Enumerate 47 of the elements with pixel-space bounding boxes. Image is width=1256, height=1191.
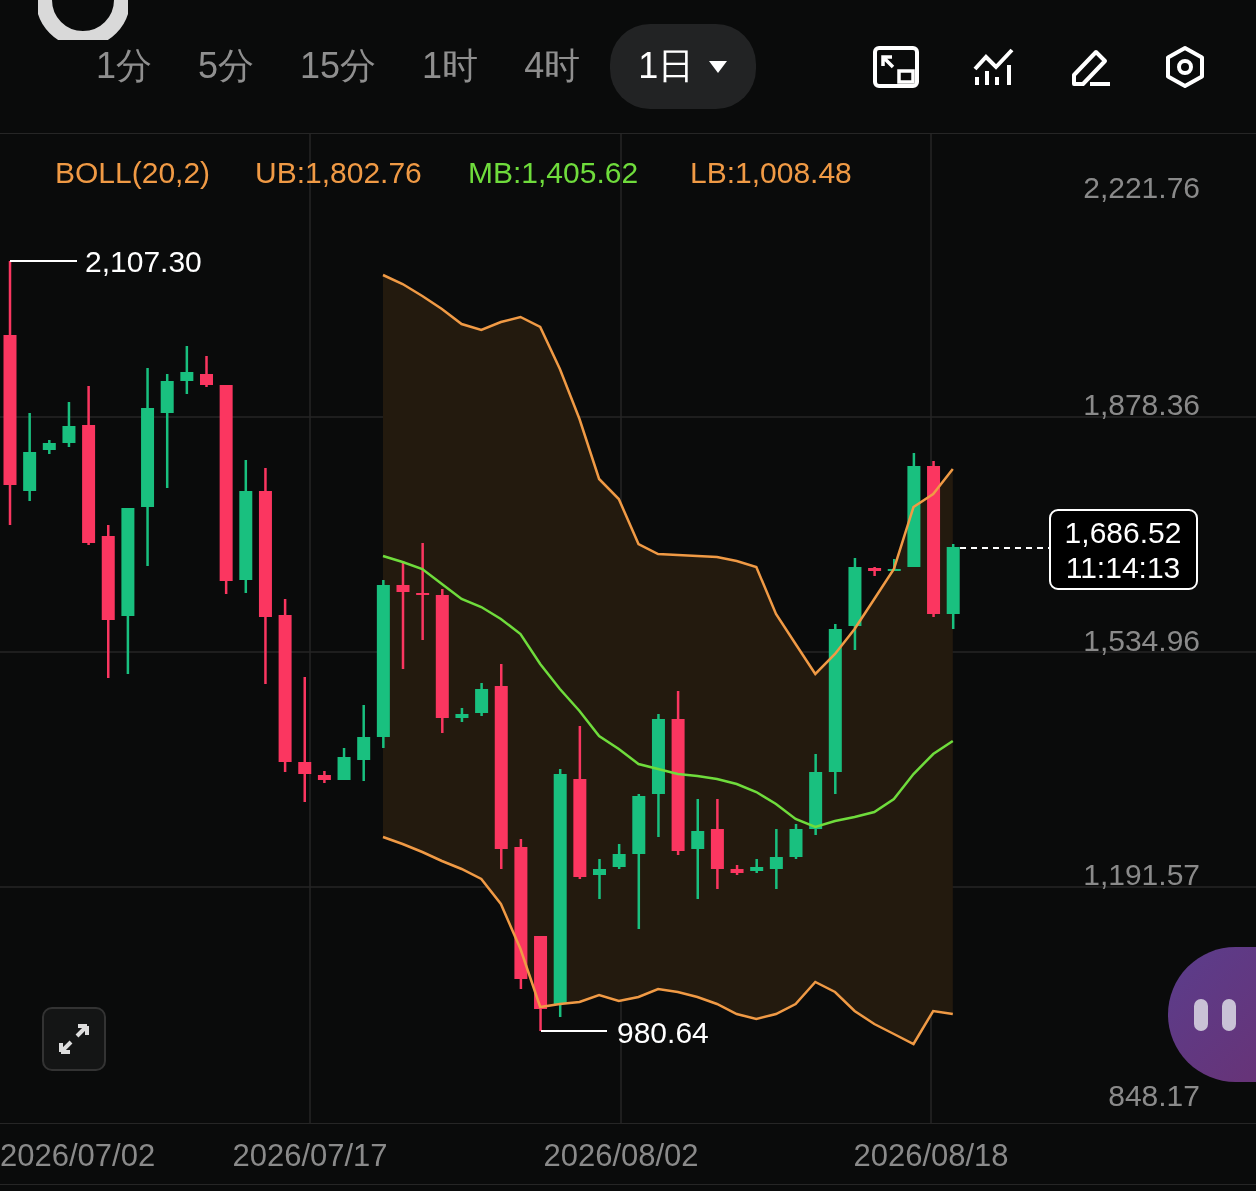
candlestick (337, 748, 351, 780)
candlestick (593, 859, 606, 899)
leader-line (9, 260, 78, 262)
candlestick (62, 402, 76, 447)
interval-tab[interactable]: 1分 (80, 28, 169, 105)
indicator-legend-text: UB:1,802.76 (255, 156, 422, 189)
candlestick (200, 356, 213, 387)
interval-tab[interactable]: 1时 (406, 28, 495, 105)
candlestick (317, 771, 331, 783)
candlestick (789, 824, 803, 859)
candlestick (868, 567, 882, 576)
date-axis-label: 2026/07/17 (232, 1138, 388, 1173)
candlestick (887, 559, 901, 571)
price-axis-label: 2,221.76 (1083, 171, 1200, 204)
leader-line (540, 1030, 608, 1032)
date-axis-label: 2026/07/02 (0, 1138, 156, 1173)
current-price-text: 1,686.52 (1064, 516, 1182, 549)
countdown-text: 11:14:13 (1065, 551, 1181, 584)
settings-icon[interactable] (1164, 44, 1206, 89)
date-axis-label: 2026/08/18 (853, 1138, 1009, 1173)
candlestick (475, 683, 489, 716)
indicator-legend-text: LB:1,008.48 (690, 156, 852, 189)
expand-button[interactable] (42, 1007, 106, 1071)
price-axis-label: 1,878.36 (1083, 388, 1200, 421)
candlestick (612, 844, 626, 869)
candlestick (730, 865, 744, 875)
fit-screen-icon[interactable] (872, 44, 920, 89)
low-price-label: 980.64 (617, 1016, 709, 1049)
candlestick (42, 440, 56, 454)
interval-tab[interactable]: 5分 (182, 28, 271, 105)
price-axis-label: 848.17 (1108, 1079, 1200, 1112)
interval-tab[interactable]: 1日 (610, 24, 757, 109)
price-axis-label: 1,191.57 (1083, 858, 1200, 891)
expand-icon (57, 1022, 91, 1056)
indicator-legend-text: BOLL(20,2) (55, 156, 211, 189)
candlestick (769, 829, 783, 889)
logo-icon (38, 0, 128, 40)
candlestick (180, 346, 194, 394)
indicator-chart-icon[interactable] (972, 46, 1016, 87)
high-price-label: 2,107.30 (85, 245, 202, 278)
interval-tab[interactable]: 15分 (284, 28, 393, 105)
date-axis-label: 2026/08/02 (543, 1138, 699, 1173)
price-axis-label: 1,534.96 (1083, 624, 1200, 657)
interval-tab[interactable]: 4时 (508, 28, 597, 105)
candlestick (750, 859, 764, 873)
indicator-legend-text: MB:1,405.62 (468, 156, 639, 189)
candlestick (455, 708, 469, 722)
